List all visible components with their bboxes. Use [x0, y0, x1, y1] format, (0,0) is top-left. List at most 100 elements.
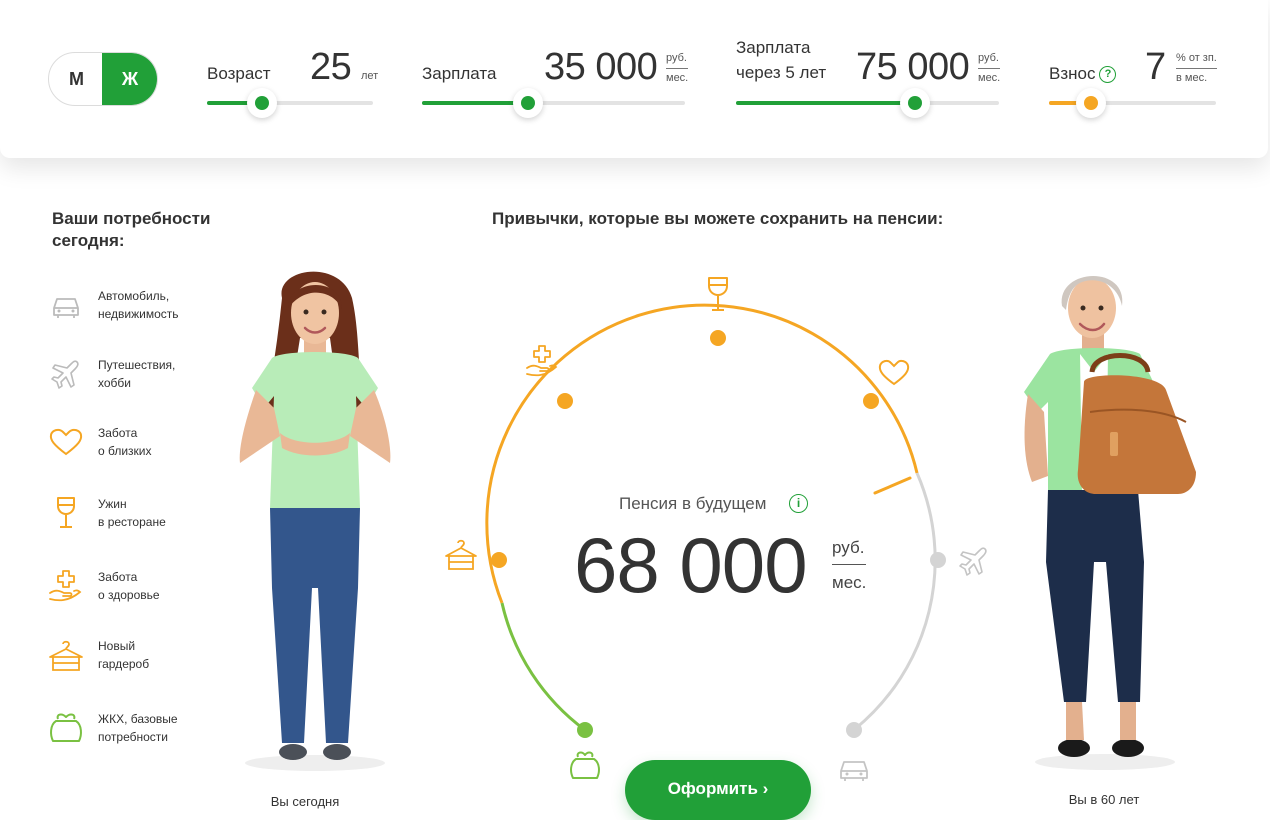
need-line2: хобби — [98, 376, 131, 390]
habits-title: Привычки, которые вы можете сохранить на… — [492, 209, 944, 228]
info-icon[interactable]: i — [789, 494, 808, 513]
need-item-travel: Путешествия, хобби — [48, 355, 228, 395]
gauge-dot-travel — [930, 552, 946, 568]
age-track[interactable] — [207, 101, 373, 105]
contribution-unit-bottom: в мес. — [1176, 72, 1208, 84]
need-label: Забота о здоровье — [98, 568, 228, 604]
pension-unit: руб. мес. — [832, 534, 867, 597]
hanger-icon — [445, 539, 477, 570]
need-line2: потребности — [98, 730, 168, 744]
future-salary-unit-currency: руб. — [978, 50, 1001, 69]
need-label: Ужин в ресторане — [98, 495, 228, 531]
car-icon — [53, 298, 79, 318]
gauge-arc-green — [500, 602, 586, 732]
contribution-unit: % от зп. в мес. — [1176, 50, 1217, 87]
age-unit: лет — [361, 70, 379, 82]
wine-glass-icon — [57, 497, 75, 528]
health-icon — [49, 570, 82, 602]
salary-track[interactable] — [422, 101, 685, 105]
need-line2: гардероб — [98, 657, 150, 671]
contribution-thumb[interactable] — [1076, 88, 1106, 118]
need-item-wardrobe: Новый гардероб — [48, 636, 228, 676]
future-salary-slider-block: Зарплата через 5 лет 75 000 руб. мес. — [736, 36, 1006, 126]
hanger-icon — [49, 640, 83, 671]
gender-toggle[interactable]: М Ж — [48, 52, 158, 106]
wallet-icon — [570, 751, 600, 779]
salary-slider-block: Зарплата 35 000 руб. мес. — [422, 36, 692, 126]
plane-icon — [959, 547, 987, 576]
future-salary-track[interactable] — [736, 101, 999, 105]
age-label: Возраст — [207, 64, 271, 83]
need-item-basic: ЖКХ, базовые потребности — [48, 709, 228, 749]
future-salary-value: 75 000 — [856, 46, 970, 88]
need-label: Новый гардероб — [98, 637, 228, 673]
need-line1: ЖКХ, базовые — [98, 712, 178, 726]
submit-button[interactable]: Оформить › — [625, 760, 811, 820]
need-item-health: Забота о здоровье — [48, 567, 228, 607]
need-line1: Забота — [98, 570, 138, 584]
contribution-label: Взнос? — [1049, 62, 1117, 86]
heart-icon — [49, 428, 83, 456]
need-label: ЖКХ, базовые потребности — [98, 710, 228, 746]
gauge-dot-car — [846, 722, 862, 738]
gauge-marker — [873, 476, 912, 495]
future-salary-label-line2: через 5 лет — [736, 63, 827, 82]
car-icon — [840, 761, 868, 781]
salary-unit-currency: руб. — [666, 50, 689, 69]
age-value: 25 — [310, 46, 352, 88]
need-item-care: Забота о близких — [48, 423, 228, 463]
gender-female-option[interactable]: Ж — [102, 53, 157, 105]
need-line1: Ужин — [98, 497, 127, 511]
gender-male-option[interactable]: М — [49, 53, 104, 105]
need-line2: в ресторане — [98, 515, 166, 529]
age-thumb[interactable] — [247, 88, 277, 118]
gauge-dot-basic — [577, 722, 593, 738]
young-woman-image — [239, 271, 391, 771]
future-salary-track-fill — [736, 101, 914, 105]
contribution-slider-block: Взнос? 7 % от зп. в мес. — [1049, 36, 1229, 126]
pension-value: 68 000 — [574, 521, 808, 609]
future-salary-unit: руб. мес. — [978, 50, 1001, 87]
contribution-label-text: Взнос — [1049, 64, 1096, 83]
salary-track-fill — [422, 101, 527, 105]
need-label: Путешествия, хобби — [98, 356, 228, 392]
future-salary-thumb[interactable] — [900, 88, 930, 118]
pension-unit-currency: руб. — [832, 534, 867, 565]
salary-value: 35 000 — [544, 46, 658, 88]
today-caption: Вы сегодня — [270, 794, 340, 809]
need-item-dinner: Ужин в ресторане — [48, 494, 228, 534]
contribution-value: 7 — [1145, 46, 1166, 88]
need-line1: Путешествия, — [98, 358, 176, 372]
gauge-arc-grey — [854, 472, 937, 731]
health-icon — [526, 345, 558, 377]
need-line1: Забота — [98, 426, 138, 440]
help-icon[interactable]: ? — [1099, 66, 1117, 83]
need-line1: Автомобиль, — [98, 289, 170, 303]
gauge-dot-health — [557, 393, 573, 409]
age-slider-block: Возраст 25 лет — [207, 36, 379, 126]
gauge-dot-care — [863, 393, 879, 409]
need-item-car: Автомобиль, недвижимость — [48, 286, 228, 326]
plane-icon — [51, 360, 79, 389]
salary-unit-period: мес. — [666, 72, 689, 84]
older-woman-image — [1024, 275, 1196, 770]
heart-icon — [878, 359, 910, 386]
salary-thumb[interactable] — [513, 88, 543, 118]
need-label: Автомобиль, недвижимость — [98, 287, 228, 323]
need-line1: Новый — [98, 639, 136, 653]
needs-title: Ваши потребности сегодня: — [52, 209, 211, 250]
contribution-track[interactable] — [1049, 101, 1216, 105]
gauge-dot-wardrobe — [491, 552, 507, 568]
future-caption: Вы в 60 лет — [1068, 792, 1140, 807]
need-line2: недвижимость — [98, 307, 179, 321]
pension-label: Пенсия в будущем — [619, 494, 767, 513]
gauge-dot-restaurant — [710, 330, 726, 346]
need-line2: о близких — [98, 444, 152, 458]
wallet-icon — [50, 713, 82, 742]
contribution-unit-top: % от зп. — [1176, 50, 1217, 69]
salary-unit: руб. мес. — [666, 50, 689, 87]
future-salary-unit-period: мес. — [978, 72, 1001, 84]
future-salary-label-line1: Зарплата — [736, 38, 811, 57]
calculator-panel: М Ж Возраст 25 лет Зарплата 35 000 руб. … — [0, 0, 1268, 158]
need-label: Забота о близких — [98, 424, 228, 460]
